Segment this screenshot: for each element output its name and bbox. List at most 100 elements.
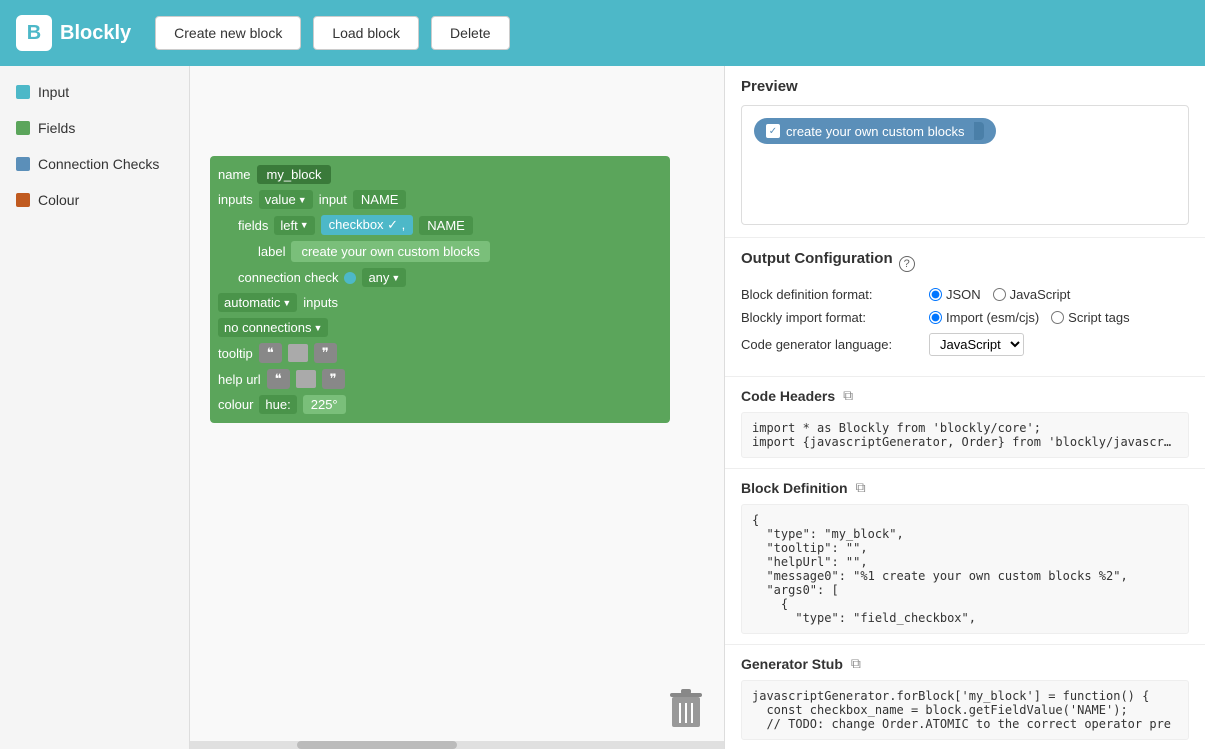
sidebar-item-connection-checks[interactable]: Connection Checks	[0, 146, 189, 182]
sidebar: Input Fields Connection Checks Colour	[0, 66, 190, 749]
format-js-radio[interactable]	[993, 288, 1006, 301]
block-definition-copy-icon[interactable]: ⧉	[856, 479, 866, 496]
help-url-spacer	[296, 370, 316, 388]
inputs-dropdown[interactable]: value	[259, 190, 313, 209]
name-label: name	[218, 167, 251, 182]
fields-row: fields left checkbox ✓ , NAME	[238, 215, 662, 235]
help-url-quote-open: ❝	[267, 369, 290, 389]
checkbox-label: checkbox ✓ ,	[321, 215, 414, 235]
block-definition-section: Block Definition ⧉ { "type": "my_block",…	[725, 469, 1205, 645]
codegen-select[interactable]: JavaScript Python Dart Lua PHP	[929, 333, 1024, 356]
connection-checks-dot	[16, 157, 30, 171]
colour-row: colour hue: 225°	[218, 395, 662, 414]
format-json-radio[interactable]	[929, 288, 942, 301]
automatic-dropdown[interactable]: automatic	[218, 293, 297, 312]
codegen-label: Code generator language:	[741, 337, 921, 352]
code-headers-copy-icon[interactable]: ⧉	[843, 387, 853, 404]
canvas-scrollbar[interactable]	[190, 741, 724, 749]
connection-check-label: connection check	[238, 270, 338, 285]
generator-stub-title: Generator Stub	[741, 656, 843, 672]
connection-value[interactable]: any	[362, 268, 406, 287]
import-esm-radio[interactable]	[929, 311, 942, 324]
tooltip-quote-open: ❝	[259, 343, 282, 363]
output-config-section: Output Configuration ? Block definition …	[725, 238, 1205, 377]
format-label: Block definition format:	[741, 287, 921, 302]
inputs-label: inputs	[218, 192, 253, 207]
help-url-label: help url	[218, 372, 261, 387]
format-js-option[interactable]: JavaScript	[993, 287, 1071, 302]
sidebar-item-input[interactable]: Input	[0, 74, 189, 110]
no-connections-dropdown[interactable]: no connections	[218, 318, 328, 337]
code-headers-content: import * as Blockly from 'blockly/core';…	[741, 412, 1189, 458]
sidebar-label-input: Input	[38, 84, 69, 100]
block-canvas[interactable]: name my_block inputs value input NAME fi…	[190, 66, 725, 749]
format-json-option[interactable]: JSON	[929, 287, 981, 302]
tooltip-quote-close: ❞	[314, 343, 337, 363]
no-connections-row: no connections	[218, 318, 662, 337]
trash-icon[interactable]	[668, 687, 704, 729]
delete-button[interactable]: Delete	[431, 16, 509, 50]
import-script-label: Script tags	[1068, 310, 1129, 325]
generator-stub-header: Generator Stub ⧉	[741, 655, 1189, 672]
label-keyword: label	[258, 244, 285, 259]
preview-title: Preview	[741, 78, 1189, 95]
output-config-help-icon[interactable]: ?	[899, 256, 915, 272]
fields-dropdown[interactable]: left	[274, 216, 314, 235]
import-script-radio[interactable]	[1051, 311, 1064, 324]
tooltip-label: tooltip	[218, 346, 253, 361]
preview-puzzle-piece	[974, 122, 984, 140]
format-js-label: JavaScript	[1010, 287, 1071, 302]
code-headers-title: Code Headers	[741, 388, 835, 404]
import-esm-option[interactable]: Import (esm/cjs)	[929, 310, 1039, 325]
name-value[interactable]: my_block	[257, 165, 332, 184]
import-label: Blockly import format:	[741, 310, 921, 325]
sidebar-item-fields[interactable]: Fields	[0, 110, 189, 146]
code-headers-header: Code Headers ⧉	[741, 387, 1189, 404]
right-panel: Preview ✓ create your own custom blocks …	[725, 66, 1205, 749]
help-url-quote-close: ❞	[322, 369, 345, 389]
logo: B Blockly	[16, 15, 131, 51]
input-label: input	[319, 192, 347, 207]
import-esm-label: Import (esm/cjs)	[946, 310, 1039, 325]
logo-icon: B	[16, 15, 52, 51]
preview-block-text: create your own custom blocks	[786, 124, 964, 139]
import-radio-group: Import (esm/cjs) Script tags	[929, 310, 1130, 325]
logo-text: Blockly	[60, 22, 131, 45]
output-config-title: Output Configuration	[741, 250, 893, 267]
codegen-row: Code generator language: JavaScript Pyth…	[741, 333, 1189, 356]
main-content: Input Fields Connection Checks Colour na…	[0, 66, 1205, 749]
hue-value[interactable]: 225°	[303, 395, 346, 414]
import-script-option[interactable]: Script tags	[1051, 310, 1129, 325]
inputs-row: inputs value input NAME	[218, 190, 662, 209]
label-row: label create your own custom blocks	[258, 241, 662, 262]
block-definition-content: { "type": "my_block", "tooltip": "", "he…	[741, 504, 1189, 634]
preview-section: Preview ✓ create your own custom blocks	[725, 66, 1205, 238]
checkbox-name[interactable]: NAME	[419, 216, 473, 235]
format-radio-group: JSON JavaScript	[929, 287, 1070, 302]
preview-checkbox-icon: ✓	[766, 124, 780, 138]
sidebar-label-colour: Colour	[38, 192, 79, 208]
code-headers-section: Code Headers ⧉ import * as Blockly from …	[725, 377, 1205, 469]
connection-dot	[344, 272, 356, 284]
hue-label[interactable]: hue:	[259, 395, 296, 414]
sidebar-label-connection-checks: Connection Checks	[38, 156, 159, 172]
block-definition-title: Block Definition	[741, 480, 848, 496]
preview-canvas: ✓ create your own custom blocks	[741, 105, 1189, 225]
load-block-button[interactable]: Load block	[313, 16, 419, 50]
sidebar-item-colour[interactable]: Colour	[0, 182, 189, 218]
connection-check-row: connection check any	[238, 268, 662, 287]
colour-label: colour	[218, 397, 253, 412]
generator-stub-section: Generator Stub ⧉ javascriptGenerator.for…	[725, 645, 1205, 749]
input-dot	[16, 85, 30, 99]
canvas-scrollbar-thumb[interactable]	[297, 741, 457, 749]
fields-dot	[16, 121, 30, 135]
fields-label: fields	[238, 218, 268, 233]
generator-stub-copy-icon[interactable]: ⧉	[851, 655, 861, 672]
import-row: Blockly import format: Import (esm/cjs) …	[741, 310, 1189, 325]
create-new-block-button[interactable]: Create new block	[155, 16, 301, 50]
input-name[interactable]: NAME	[353, 190, 407, 209]
label-text[interactable]: create your own custom blocks	[291, 241, 489, 262]
sidebar-label-fields: Fields	[38, 120, 75, 136]
tooltip-spacer	[288, 344, 308, 362]
main-block: name my_block inputs value input NAME fi…	[210, 156, 670, 423]
